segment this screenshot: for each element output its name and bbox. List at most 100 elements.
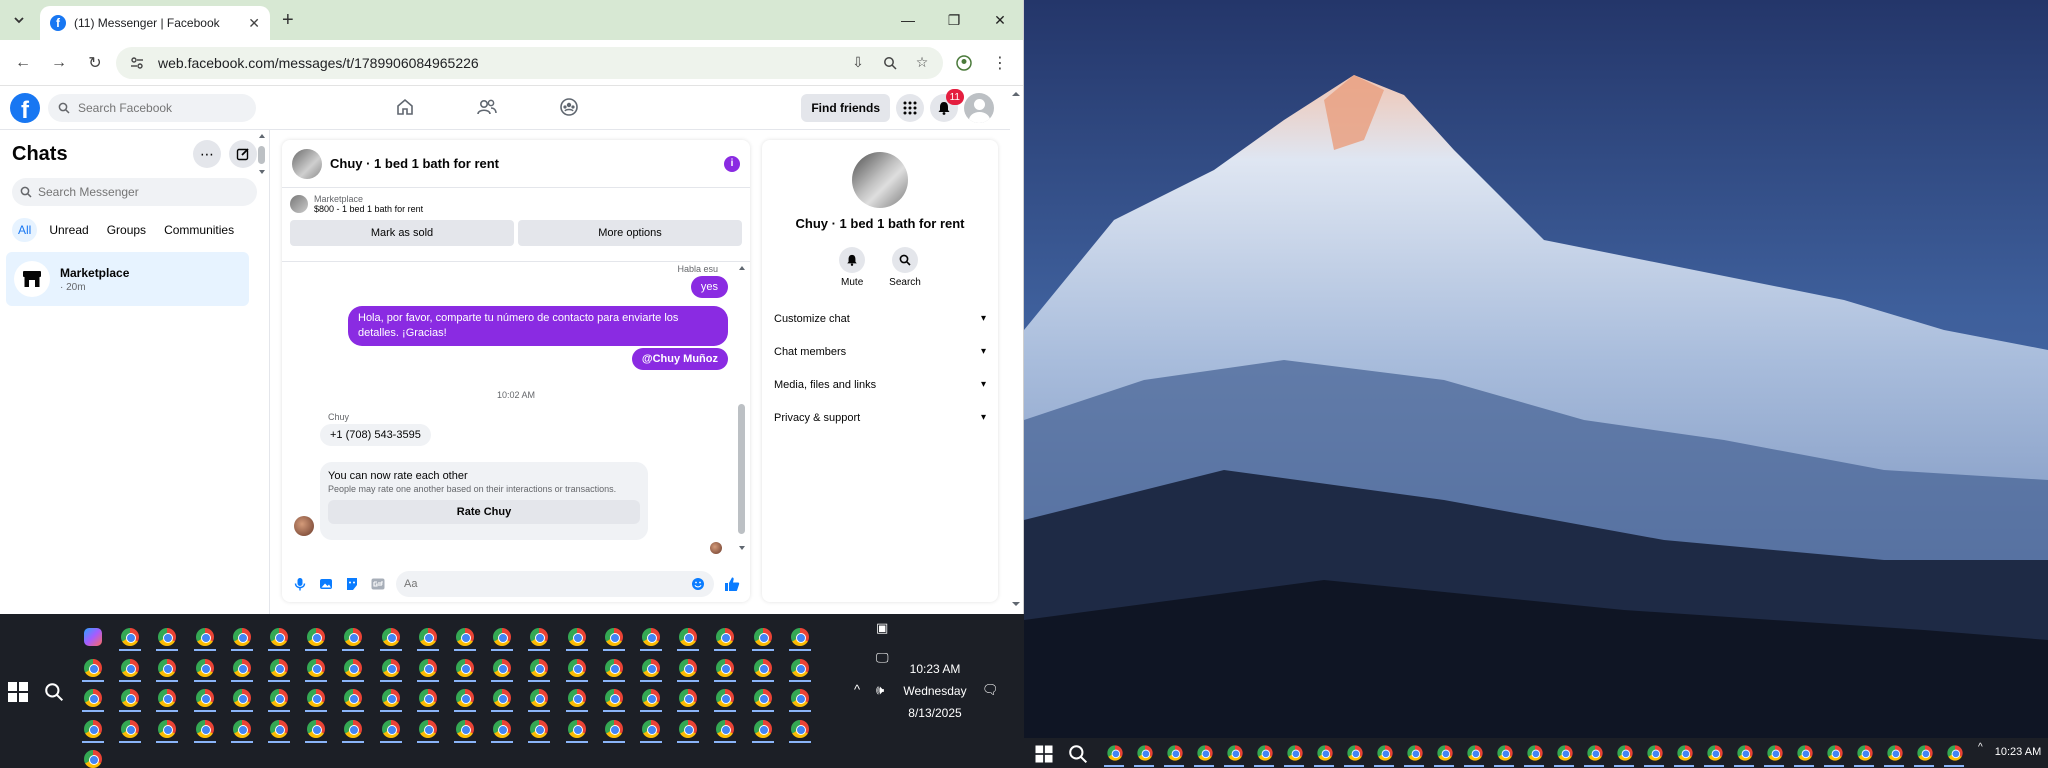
facebook-search-input[interactable] <box>78 100 238 115</box>
chrome-taskbar-icon[interactable] <box>604 658 623 677</box>
taskbar-tray-app-icon[interactable]: ▣ <box>876 620 888 636</box>
chrome-taskbar-icon[interactable] <box>1107 745 1123 761</box>
chrome-taskbar-icon[interactable] <box>1737 745 1753 761</box>
chrome-taskbar-icon[interactable] <box>344 658 363 677</box>
show-hidden-icons-chevron-icon[interactable]: ^ <box>1978 742 1983 753</box>
chrome-taskbar-icon[interactable] <box>195 628 214 646</box>
chrome-taskbar-icon[interactable] <box>790 689 809 707</box>
chrome-taskbar-icon[interactable] <box>1257 745 1273 761</box>
menu-grid-icon[interactable] <box>896 94 924 122</box>
chrome-taskbar-icon[interactable] <box>493 689 512 707</box>
filter-groups[interactable]: Groups <box>101 218 152 242</box>
chrome-taskbar-icon[interactable] <box>1317 745 1333 761</box>
bookmark-star-icon[interactable]: ☆ <box>911 52 933 74</box>
volume-icon[interactable]: 🕪 <box>876 682 884 698</box>
chrome-taskbar-icon[interactable] <box>1527 745 1543 761</box>
chrome-taskbar-icon[interactable] <box>195 689 214 707</box>
chrome-taskbar-icon[interactable] <box>1887 745 1903 761</box>
chrome-taskbar-icon[interactable] <box>232 689 251 707</box>
profile-icon[interactable] <box>949 48 979 78</box>
restore-icon[interactable]: ❐ <box>931 0 977 40</box>
chrome-taskbar-icon[interactable] <box>418 719 437 738</box>
chrome-taskbar-icon[interactable] <box>1557 745 1573 761</box>
taskbar-search-icon[interactable] <box>44 682 64 702</box>
chrome-taskbar-icon[interactable] <box>1647 745 1663 761</box>
chrome-taskbar-icon[interactable] <box>158 689 177 707</box>
chrome-taskbar-icon[interactable] <box>1497 745 1513 761</box>
install-app-icon[interactable]: ⇩ <box>847 52 869 74</box>
chrome-taskbar-icon[interactable] <box>344 689 363 707</box>
chat-list-scroll-thumb[interactable] <box>258 146 265 164</box>
privacy-support-section[interactable]: Privacy & support ▾ <box>762 401 998 434</box>
clock-day[interactable]: Wednesday <box>896 684 974 698</box>
chrome-taskbar-icon[interactable] <box>530 658 549 677</box>
chrome-taskbar-icon[interactable] <box>716 628 735 646</box>
scroll-up-icon[interactable] <box>1011 90 1021 98</box>
chrome-taskbar-icon[interactable] <box>604 719 623 738</box>
conversation-scrollbar[interactable] <box>738 264 746 552</box>
chrome-taskbar-icon[interactable] <box>790 719 809 738</box>
chrome-taskbar-icon[interactable] <box>1917 745 1933 761</box>
chrome-taskbar-icon[interactable] <box>753 719 772 738</box>
sticker-icon[interactable] <box>344 576 360 592</box>
chrome-taskbar-icon[interactable] <box>1347 745 1363 761</box>
chrome-taskbar-icon[interactable] <box>418 689 437 707</box>
chrome-taskbar-icon[interactable] <box>270 658 288 677</box>
scroll-down-icon[interactable] <box>738 544 746 552</box>
chrome-taskbar-icon[interactable] <box>1467 745 1483 761</box>
chrome-taskbar-icon[interactable] <box>344 719 363 738</box>
listing-thumbnail[interactable] <box>292 148 322 179</box>
clock-time-right[interactable]: 10:23 AM <box>1990 746 2046 758</box>
chrome-taskbar-icon[interactable] <box>530 719 549 738</box>
chrome-taskbar-icon[interactable] <box>270 689 288 707</box>
chrome-taskbar-icon[interactable] <box>307 628 326 646</box>
chrome-taskbar-icon[interactable] <box>493 628 512 646</box>
new-message-icon[interactable] <box>229 140 257 168</box>
chrome-taskbar-icon[interactable] <box>195 719 214 738</box>
message-bubble-in[interactable]: +1 (708) 543-3595 <box>320 424 431 446</box>
chrome-taskbar-icon[interactable] <box>158 719 177 738</box>
clock-date[interactable]: 8/13/2025 <box>900 706 970 720</box>
chrome-taskbar-icon[interactable] <box>381 628 400 646</box>
chrome-taskbar-icon[interactable] <box>232 719 251 738</box>
media-files-links-section[interactable]: Media, files and links ▾ <box>762 368 998 401</box>
chrome-taskbar-icon[interactable] <box>716 658 735 677</box>
filter-unread[interactable]: Unread <box>43 218 94 242</box>
message-input[interactable] <box>404 578 684 590</box>
chrome-taskbar-icon[interactable] <box>121 658 140 677</box>
chrome-taskbar-icon[interactable] <box>1197 745 1213 761</box>
chrome-taskbar-icon[interactable] <box>1827 745 1843 761</box>
scroll-up-icon[interactable] <box>258 132 266 140</box>
chrome-taskbar-icon[interactable] <box>307 658 326 677</box>
mark-as-sold-button[interactable]: Mark as sold <box>290 220 514 246</box>
chrome-taskbar-icon[interactable] <box>121 689 140 707</box>
chrome-taskbar-icon[interactable] <box>642 689 660 707</box>
chrome-taskbar-icon[interactable] <box>158 628 177 646</box>
chrome-taskbar-icon[interactable] <box>1407 745 1423 761</box>
chrome-taskbar-icon[interactable] <box>381 658 400 677</box>
omnibox[interactable]: web.facebook.com/messages/t/178990608496… <box>116 46 943 79</box>
chrome-taskbar-icon[interactable] <box>418 628 437 646</box>
chrome-taskbar-icon[interactable] <box>530 628 549 646</box>
chrome-taskbar-icon[interactable] <box>232 658 251 677</box>
chrome-taskbar-icon[interactable] <box>381 719 400 738</box>
chrome-taskbar-icon[interactable] <box>567 689 586 707</box>
chrome-taskbar-icon[interactable] <box>158 658 177 677</box>
listing-row[interactable]: Marketplace $800 - 1 bed 1 bath for rent <box>290 194 742 214</box>
minimize-icon[interactable]: — <box>885 0 931 40</box>
conversation-item-marketplace[interactable]: Marketplace · 20m <box>6 252 249 306</box>
search-icon[interactable] <box>892 247 918 273</box>
facebook-logo-icon[interactable]: f <box>10 92 40 123</box>
chrome-taskbar-icon[interactable] <box>493 719 512 738</box>
chrome-taskbar-icon[interactable] <box>716 719 735 738</box>
facebook-search[interactable] <box>48 93 256 122</box>
chrome-taskbar-icon[interactable] <box>1677 745 1693 761</box>
chrome-taskbar-icon[interactable] <box>716 689 735 707</box>
more-options-button[interactable]: More options <box>518 220 742 246</box>
chrome-taskbar-icon[interactable] <box>604 628 623 646</box>
chrome-taskbar-icon[interactable] <box>604 689 623 707</box>
chrome-taskbar-icon[interactable] <box>1707 745 1723 761</box>
tab-messenger[interactable]: f (11) Messenger | Facebook ✕ <box>40 6 270 40</box>
chrome-taskbar-icon[interactable] <box>1287 745 1303 761</box>
new-tab-icon[interactable]: + <box>282 9 294 32</box>
